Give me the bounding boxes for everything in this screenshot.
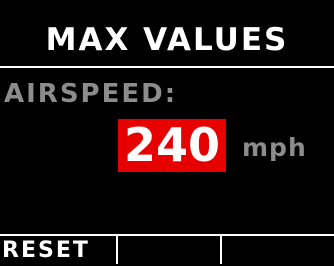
max-airspeed-value: 240 xyxy=(118,119,226,172)
airspeed-label: AIRSPEED: xyxy=(4,79,178,109)
airspeed-unit: mph xyxy=(242,133,307,162)
softkey-3[interactable] xyxy=(222,236,334,264)
page-title: MAX VALUES xyxy=(45,22,289,58)
softkey-bar: RESET xyxy=(0,234,334,264)
reset-softkey[interactable]: RESET xyxy=(0,236,118,264)
title-divider xyxy=(0,66,334,68)
softkey-2[interactable] xyxy=(118,236,222,264)
max-values-screen: MAX VALUES AIRSPEED: 240 mph RESET xyxy=(0,0,334,264)
